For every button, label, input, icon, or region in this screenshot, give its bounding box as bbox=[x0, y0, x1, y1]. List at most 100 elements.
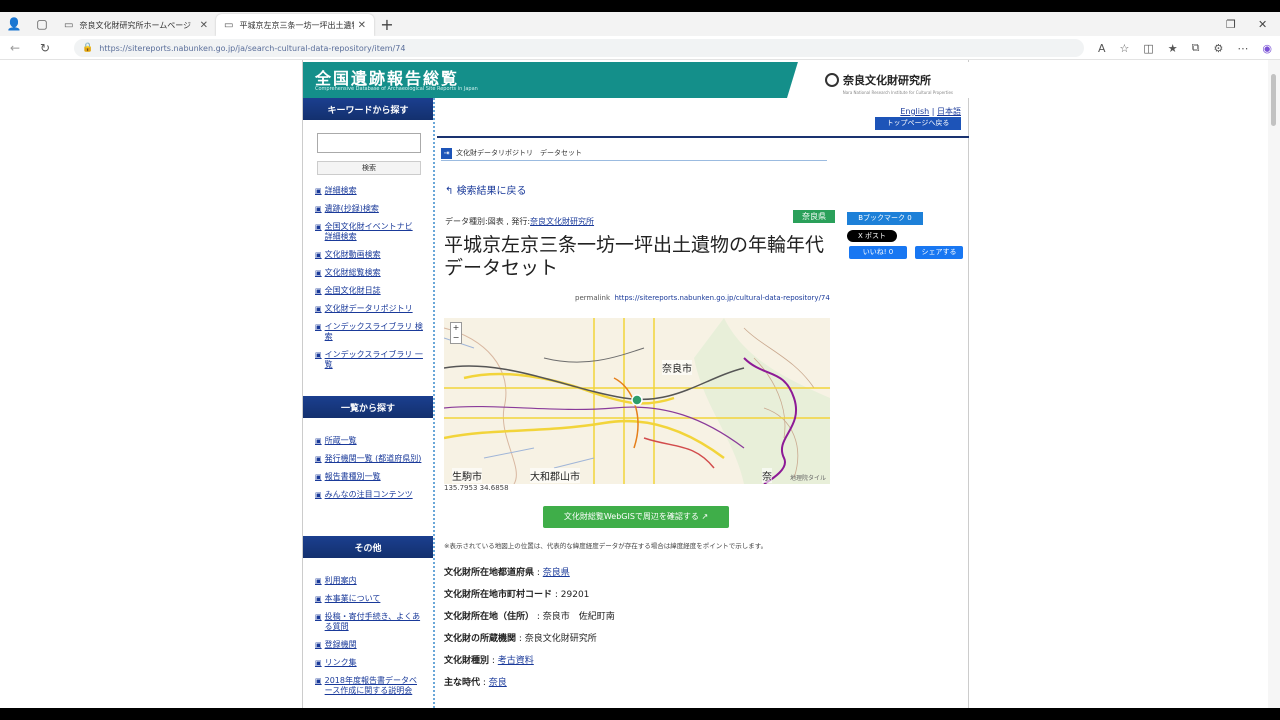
favorite-star-icon[interactable]: ☆ bbox=[1120, 42, 1130, 55]
facebook-like-button[interactable]: いいね! 0 bbox=[849, 246, 907, 259]
back-link-label: 検索結果に戻る bbox=[456, 186, 527, 197]
webgis-button[interactable]: 文化財総覧WebGISで周辺を確認する ↗ bbox=[543, 506, 729, 528]
field-address: 文化財所在地（住所） : 奈良市 佐紀町南 bbox=[444, 612, 615, 622]
field-label: 文化財の所蔵機関 bbox=[444, 634, 517, 644]
japanese-link[interactable]: 日本語 bbox=[937, 107, 961, 116]
sidebar-link[interactable]: ▣ 2018年度報告書データベース作成に関する説明会 bbox=[315, 676, 423, 696]
field-value-link[interactable]: 考古資料 bbox=[498, 656, 534, 666]
field-value-link[interactable]: 奈良県 bbox=[543, 568, 570, 578]
prefecture-badge[interactable]: 奈良県 bbox=[793, 210, 835, 223]
browser-window: 👤 ▢ ▭ 奈良文化財研究所ホームページ ✕ ▭ 平城京左京三条一坊一坪出土遺物… bbox=[0, 12, 1280, 708]
address-bar[interactable]: 🔒 https://sitereports.nabunken.go.jp/ja/… bbox=[74, 39, 1084, 57]
tab-actions-icon[interactable]: ▢ bbox=[28, 12, 56, 36]
sidebar-link[interactable]: ▣ 全国文化財イベントナビ 詳細検索 bbox=[315, 222, 423, 242]
sidebar-link[interactable]: ▣ 所蔵一覧 bbox=[315, 436, 423, 446]
sidebar-link[interactable]: ▣ 本事業について bbox=[315, 594, 423, 604]
location-map[interactable]: + − 奈良市 生駒市 大和郡山市 奈 地理院タイル bbox=[444, 318, 830, 484]
close-icon[interactable]: ✕ bbox=[358, 20, 366, 31]
sidebar-link[interactable]: ▣ 文化財動画検索 bbox=[315, 250, 423, 260]
metadata-fields: 文化財所在地都道府県 : 奈良県 文化財所在地市町村コード : 29201 文化… bbox=[444, 566, 844, 698]
data-type-text: データ種別:図表 , 発行: bbox=[445, 217, 531, 226]
restore-icon[interactable]: ❐ bbox=[1226, 12, 1236, 36]
keyword-search-input[interactable] bbox=[317, 133, 421, 153]
field-value-link[interactable]: 奈良 bbox=[489, 678, 507, 688]
field-label: 主な時代 bbox=[444, 678, 481, 688]
sidebar-link[interactable]: ▣ 遺跡(抄録)検索 bbox=[315, 204, 423, 214]
bullet-icon: ▣ bbox=[315, 677, 322, 685]
close-icon[interactable]: ✕ bbox=[200, 20, 208, 31]
bullet-icon: ▣ bbox=[315, 251, 322, 259]
permalink-url[interactable]: https://sitereports.nabunken.go.jp/cultu… bbox=[614, 294, 829, 302]
bullet-icon: ▣ bbox=[315, 305, 322, 313]
map-label: 大和郡山市 bbox=[530, 468, 580, 483]
menu-dots-icon[interactable]: ⋯ bbox=[1237, 42, 1248, 55]
tab-strip: 👤 ▢ ▭ 奈良文化財研究所ホームページ ✕ ▭ 平城京左京三条一坊一坪出土遺物… bbox=[0, 12, 1280, 36]
sidebar-link[interactable]: ▣ 詳細検索 bbox=[315, 186, 423, 196]
facebook-share-button[interactable]: シェアする bbox=[915, 246, 963, 259]
sidebar-link-label: 文化財総覧検索 bbox=[324, 268, 381, 277]
bullet-icon: ▣ bbox=[315, 269, 322, 277]
sidebar-link-label: みんなの注目コンテンツ bbox=[324, 490, 413, 499]
institute-logo[interactable]: 奈良文化財研究所 Nara National Research Institut… bbox=[787, 62, 969, 98]
back-to-results-link[interactable]: ↰ 検索結果に戻る bbox=[445, 182, 527, 197]
sidebar-link[interactable]: ▣ リンク集 bbox=[315, 658, 423, 668]
map-attribution[interactable]: 地理院タイル bbox=[790, 473, 826, 482]
tab-nabunken-home[interactable]: ▭ 奈良文化財研究所ホームページ ✕ bbox=[56, 14, 216, 36]
map-coordinates: 135.7953 34.6858 bbox=[444, 484, 509, 492]
site-header: 全国遺跡報告総覧 Comprehensive Database of Archa… bbox=[303, 62, 969, 98]
page-icon: ▭ bbox=[64, 19, 74, 31]
sidebar-link[interactable]: ▣ 発行機関一覧 (都道府県別) bbox=[315, 454, 423, 464]
sidebar-link-label: 登録機関 bbox=[324, 640, 357, 649]
sidebar-link[interactable]: ▣ 登録機関 bbox=[315, 640, 423, 650]
sidebar-link-label: 遺跡(抄録)検索 bbox=[324, 204, 379, 213]
breadcrumb-label[interactable]: 文化財データリポジトリ データセット bbox=[456, 148, 582, 158]
webgis-button-label: 文化財総覧WebGISで周辺を確認する bbox=[563, 512, 699, 521]
sidebar-link[interactable]: ▣ インデックスライブラリ 一覧 bbox=[315, 350, 423, 370]
vertical-scrollbar[interactable] bbox=[1268, 60, 1280, 708]
new-tab-button[interactable]: + bbox=[374, 15, 400, 34]
sidebar-link-label: 投稿・寄付手続き、よくある質問 bbox=[324, 612, 421, 631]
field-property-type: 文化財種別 : 考古資料 bbox=[444, 656, 534, 666]
sidebar: キーワードから探す 検索 ▣ 詳細検索 ▣ 遺跡(抄録)検索 ▣ 全国文化財イベントナ… bbox=[303, 98, 435, 708]
sidebar-link-label: 発行機関一覧 (都道府県別) bbox=[324, 454, 422, 463]
sidebar-link[interactable]: ▣ インデックスライブラリ 検索 bbox=[315, 322, 423, 342]
back-arrow-icon[interactable]: ← bbox=[0, 41, 30, 55]
close-window-icon[interactable]: ✕ bbox=[1258, 12, 1267, 36]
sidebar-link[interactable]: ▣ みんなの注目コンテンツ bbox=[315, 490, 423, 500]
publisher-link[interactable]: 奈良文化財研究所 bbox=[530, 217, 594, 226]
copilot-icon[interactable]: ◉ bbox=[1262, 42, 1272, 55]
field-holding-institution: 文化財の所蔵機関 : 奈良文化財研究所 bbox=[444, 634, 597, 644]
tab-current-record[interactable]: ▭ 平城京左京三条一坊一坪出土遺物 ✕ bbox=[216, 14, 374, 36]
split-screen-icon[interactable]: ◫ bbox=[1143, 42, 1153, 55]
english-link[interactable]: English bbox=[900, 107, 929, 116]
language-links: English | 日本語 bbox=[900, 107, 961, 116]
x-post-button[interactable]: X ポスト bbox=[847, 230, 897, 242]
read-aloud-icon[interactable]: A bbox=[1098, 42, 1106, 55]
breadcrumb: ⇥ 文化財データリポジトリ データセット bbox=[441, 146, 827, 161]
sidebar-link[interactable]: ▣ 文化財データリポジトリ bbox=[315, 304, 423, 314]
page-icon: ▭ bbox=[224, 19, 234, 31]
extensions-icon[interactable]: ⚙ bbox=[1214, 42, 1224, 55]
arrow-right-icon: ⇥ bbox=[441, 147, 452, 159]
sidebar-link-label: リンク集 bbox=[324, 658, 357, 667]
map-zoom-control[interactable]: + − bbox=[450, 322, 462, 344]
top-page-button[interactable]: トップページへ戻る bbox=[875, 117, 961, 130]
favorites-icon[interactable]: ★ bbox=[1168, 42, 1178, 55]
sidebar-link[interactable]: ▣ 文化財総覧検索 bbox=[315, 268, 423, 278]
hatena-bookmark-button[interactable]: Bブックマーク 0 bbox=[847, 212, 923, 225]
field-value: 奈良市 佐紀町南 bbox=[542, 612, 615, 622]
field-value: 29201 bbox=[560, 590, 590, 600]
bullet-icon: ▣ bbox=[315, 351, 322, 359]
collections-icon[interactable]: ⧉ bbox=[1192, 41, 1200, 55]
profile-icon[interactable]: 👤 bbox=[0, 12, 28, 36]
search-button[interactable]: 検索 bbox=[317, 161, 421, 175]
sidebar-link[interactable]: ▣ 報告書種別一覧 bbox=[315, 472, 423, 482]
sidebar-link[interactable]: ▣ 利用案内 bbox=[315, 576, 423, 586]
sidebar-link[interactable]: ▣ 投稿・寄付手続き、よくある質問 bbox=[315, 612, 423, 632]
scrollbar-thumb[interactable] bbox=[1271, 74, 1276, 126]
sidebar-link-label: 全国文化財イベントナビ 詳細検索 bbox=[324, 222, 413, 241]
field-value: 奈良文化財研究所 bbox=[524, 634, 597, 644]
sidebar-link[interactable]: ▣ 全国文化財日誌 bbox=[315, 286, 423, 296]
bullet-icon: ▣ bbox=[315, 187, 322, 195]
reload-icon[interactable]: ↻ bbox=[30, 41, 60, 55]
